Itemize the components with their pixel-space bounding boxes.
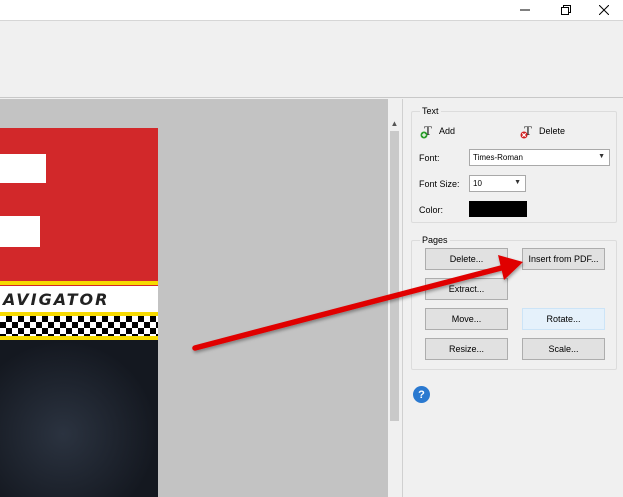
delete-text-icon: T (520, 123, 532, 139)
pages-group-title: Pages (420, 235, 450, 245)
color-picker-button[interactable] (469, 201, 527, 217)
scroll-up-icon[interactable]: ▲ (388, 117, 401, 130)
logo-bar (0, 216, 40, 247)
text-group-title: Text (420, 106, 441, 116)
close-icon (599, 5, 609, 15)
move-page-button[interactable]: Move... (425, 308, 508, 330)
close-button[interactable] (590, 0, 618, 20)
checkered-stripe (0, 316, 158, 336)
delete-text-button[interactable]: T Delete (520, 120, 565, 142)
insert-from-pdf-button[interactable]: Insert from PDF... (522, 248, 605, 270)
logo-bar (0, 154, 46, 183)
vertical-scrollbar[interactable]: ▲ (388, 117, 401, 497)
page-banner-text: AVIGATOR (0, 286, 158, 312)
font-size-select[interactable]: 10 ▼ (469, 175, 526, 192)
page-red-header (0, 128, 158, 286)
font-select[interactable]: Times-Roman ▼ (469, 149, 610, 166)
add-text-button[interactable]: T Add (420, 120, 455, 142)
add-text-icon: T (420, 123, 432, 139)
font-size-label: Font Size: (419, 179, 460, 189)
add-text-label: Add (439, 126, 456, 136)
minimize-icon (520, 9, 530, 11)
scale-page-button[interactable]: Scale... (522, 338, 605, 360)
rotate-page-button[interactable]: Rotate... (522, 308, 605, 330)
document-canvas[interactable]: AVIGATOR (0, 99, 388, 497)
chevron-down-icon: ▼ (598, 153, 605, 160)
text-group: Text T Add T Delete Font: Times-Roman ▼ (411, 106, 617, 223)
minimize-button[interactable] (511, 0, 539, 20)
font-select-value: Times-Roman (473, 153, 523, 162)
help-icon[interactable]: ? (413, 386, 430, 403)
delete-text-label: Delete (539, 126, 566, 136)
right-panel: Text T Add T Delete Font: Times-Roman ▼ (402, 99, 623, 497)
restore-button[interactable] (552, 0, 580, 20)
extract-page-button[interactable]: Extract... (425, 278, 508, 300)
color-label: Color: (419, 205, 444, 215)
chevron-down-icon: ▼ (514, 179, 521, 186)
title-bar (0, 0, 623, 20)
toolbar (0, 20, 623, 98)
scrollbar-thumb[interactable] (390, 131, 399, 421)
pdf-page-preview: AVIGATOR (0, 128, 158, 497)
yellow-stripe (0, 281, 158, 285)
page-photo-area (0, 340, 158, 497)
delete-page-button[interactable]: Delete... (425, 248, 508, 270)
font-label: Font: (419, 153, 440, 163)
font-size-value: 10 (473, 179, 482, 188)
pages-group: Pages Delete... Insert from PDF... Extra… (411, 235, 617, 370)
restore-icon (561, 5, 571, 15)
resize-page-button[interactable]: Resize... (425, 338, 508, 360)
